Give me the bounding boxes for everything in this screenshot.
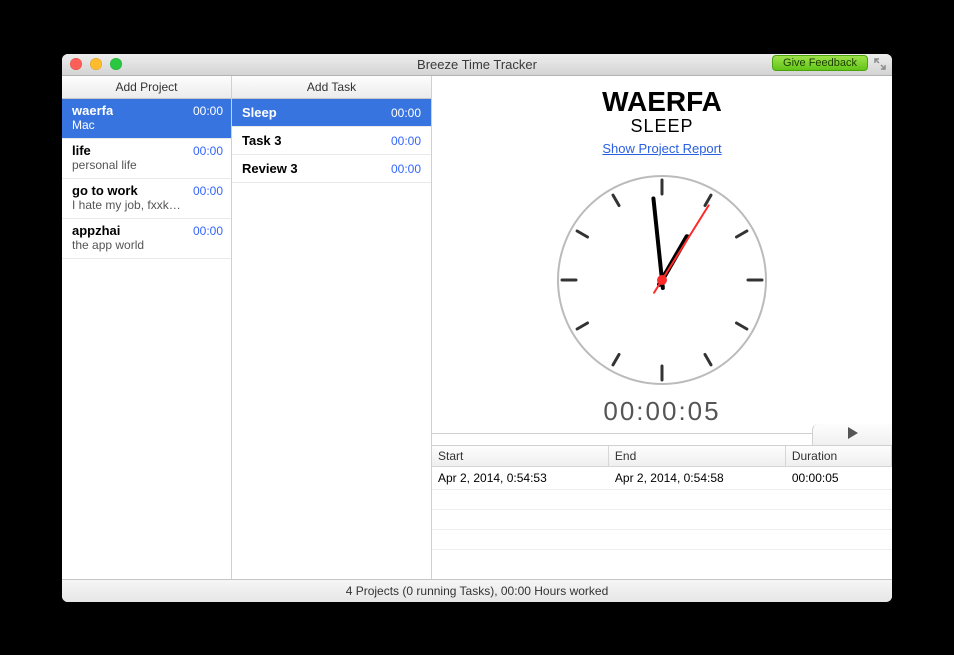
project-name: appzhai (72, 223, 120, 238)
log-row[interactable]: Apr 2, 2014, 0:54:53 Apr 2, 2014, 0:54:5… (432, 467, 892, 490)
cell-start: Apr 2, 2014, 0:54:53 (432, 467, 609, 490)
project-item[interactable]: go to work 00:00 I hate my job, fxxk… (62, 179, 231, 219)
project-name: go to work (72, 183, 138, 198)
task-time: 00:00 (391, 134, 421, 148)
give-feedback-button[interactable]: Give Feedback (772, 55, 868, 71)
log-header: Start End Duration (432, 446, 892, 467)
status-bar: 4 Projects (0 running Tasks), 00:00 Hour… (62, 579, 892, 602)
minimize-icon[interactable] (90, 58, 102, 70)
window-controls (62, 58, 122, 70)
add-task-button[interactable]: Add Task (232, 76, 431, 99)
project-item[interactable]: waerfa 00:00 Mac (62, 99, 231, 139)
project-time: 00:00 (193, 104, 223, 118)
tasks-column: Add Task Sleep 00:00 Task 3 00:00 (232, 76, 432, 579)
col-end[interactable]: End (609, 446, 786, 467)
log-row (432, 530, 892, 550)
task-name: Sleep (242, 105, 277, 120)
titlebar: Breeze Time Tracker Give Feedback (62, 54, 892, 76)
projects-column: Add Project waerfa 00:00 Mac life 00:00 … (62, 76, 232, 579)
cell-duration: 00:00:05 (786, 467, 892, 490)
project-desc: the app world (72, 238, 223, 252)
projects-list: waerfa 00:00 Mac life 00:00 personal lif… (62, 99, 231, 579)
task-name: Review 3 (242, 161, 298, 176)
main-content: Add Project waerfa 00:00 Mac life 00:00 … (62, 76, 892, 579)
fullscreen-icon[interactable] (874, 58, 886, 70)
project-time: 00:00 (193, 224, 223, 238)
log-table: Start End Duration Apr 2, 2014, 0:54:53 … (432, 446, 892, 579)
project-time: 00:00 (193, 184, 223, 198)
project-time: 00:00 (193, 144, 223, 158)
tasks-list: Sleep 00:00 Task 3 00:00 Review 3 00:00 (232, 99, 431, 579)
project-desc: I hate my job, fxxk… (72, 198, 223, 212)
task-item[interactable]: Review 3 00:00 (232, 155, 431, 183)
close-icon[interactable] (70, 58, 82, 70)
analog-clock (552, 170, 772, 390)
window-title: Breeze Time Tracker (62, 57, 892, 72)
task-time: 00:00 (391, 162, 421, 176)
task-item[interactable]: Task 3 00:00 (232, 127, 431, 155)
project-item[interactable]: life 00:00 personal life (62, 139, 231, 179)
detail-header: WAERFA SLEEP Show Project Report (432, 76, 892, 160)
zoom-icon[interactable] (110, 58, 122, 70)
detail-tabs (432, 433, 892, 446)
detail-column: WAERFA SLEEP Show Project Report (432, 76, 892, 579)
task-time: 00:00 (391, 106, 421, 120)
detail-project-title: WAERFA (432, 86, 892, 118)
log-row (432, 490, 892, 510)
detail-task-title: SLEEP (432, 116, 892, 137)
col-start[interactable]: Start (432, 446, 609, 467)
project-name: waerfa (72, 103, 113, 118)
play-tab[interactable] (812, 424, 892, 445)
project-desc: Mac (72, 118, 223, 132)
project-item[interactable]: appzhai 00:00 the app world (62, 219, 231, 259)
app-window: Breeze Time Tracker Give Feedback Add Pr… (62, 54, 892, 602)
col-duration[interactable]: Duration (786, 446, 892, 467)
project-desc: personal life (72, 158, 223, 172)
add-project-button[interactable]: Add Project (62, 76, 231, 99)
task-name: Task 3 (242, 133, 282, 148)
play-icon (848, 427, 858, 442)
cell-end: Apr 2, 2014, 0:54:58 (609, 467, 786, 490)
project-name: life (72, 143, 91, 158)
clock-container (432, 160, 892, 396)
show-report-link[interactable]: Show Project Report (602, 141, 721, 156)
log-row (432, 510, 892, 530)
task-item[interactable]: Sleep 00:00 (232, 99, 431, 127)
